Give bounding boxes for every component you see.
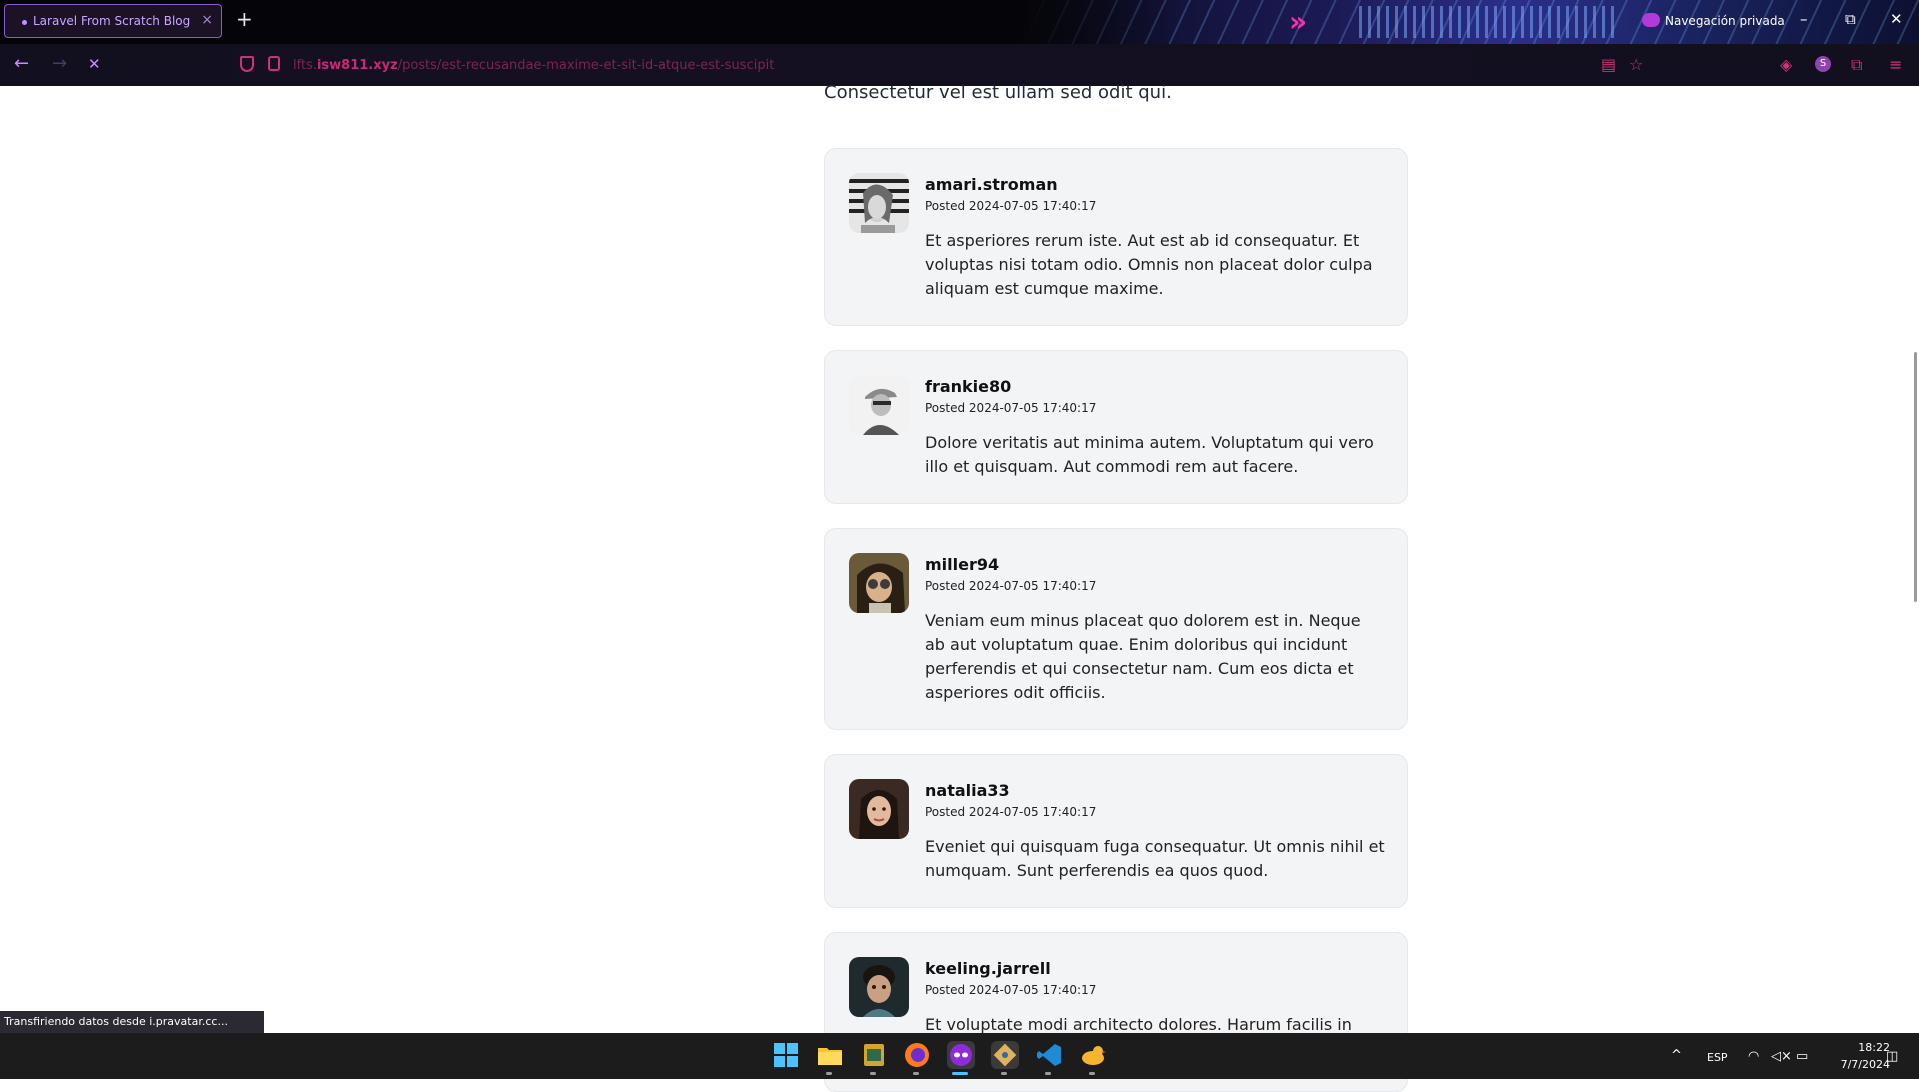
comment-username: miller94 — [925, 555, 1000, 574]
comment-card: frankie80 Posted 2024-07-05 17:40:17 Dol… — [824, 350, 1408, 504]
status-tooltip: Transfiriendo datos desde i.pravatar.cc.… — [0, 1011, 264, 1033]
window-restore-button[interactable]: ⧉ — [1845, 10, 1856, 28]
notifications-icon[interactable]: ◫ — [1886, 1049, 1898, 1064]
tab-title: Laravel From Scratch Blog — [33, 14, 191, 28]
theme-art-chevrons: » — [1289, 5, 1308, 38]
reader-view-icon[interactable]: ▤ — [1601, 56, 1616, 74]
avatar — [849, 957, 909, 1017]
url-path: /posts/est-recusandae-maxime-et-sit-id-a… — [397, 58, 775, 73]
comment-username: keeling.jarrell — [925, 959, 1051, 978]
avatar — [849, 375, 909, 435]
tab-close-button[interactable]: × — [201, 12, 213, 28]
input-language-indicator[interactable]: ESP — [1707, 1051, 1728, 1064]
window-close-button[interactable]: ✕ — [1890, 10, 1903, 28]
bookmark-star-icon[interactable]: ☆ — [1629, 56, 1643, 74]
avatar — [849, 173, 909, 233]
comment-card: natalia33 Posted 2024-07-05 17:40:17 Eve… — [824, 754, 1408, 908]
comment-card: miller94 Posted 2024-07-05 17:40:17 Veni… — [824, 528, 1408, 730]
firefox-icon[interactable] — [903, 1041, 931, 1069]
url-domain: isw811.xyz — [316, 58, 398, 73]
comment-username: amari.stroman — [925, 175, 1058, 194]
comment-timestamp: Posted 2024-07-05 17:40:17 — [925, 199, 1097, 213]
comment-card: amari.stroman Posted 2024-07-05 17:40:17… — [824, 148, 1408, 326]
browser-tab-active[interactable]: Laravel From Scratch Blog × — [4, 4, 222, 38]
taskbar-active-indicator — [952, 1072, 968, 1075]
volume-muted-icon[interactable]: ◁× — [1771, 1049, 1792, 1064]
battery-icon[interactable]: ▭ — [1796, 1049, 1808, 1064]
firefox-private-icon[interactable] — [947, 1041, 975, 1069]
extensions-icon[interactable]: ⧉ — [1851, 56, 1862, 74]
taskbar-running-indicator — [870, 1072, 876, 1075]
taskbar-running-indicator — [826, 1072, 832, 1075]
browser-tab-bar: » Laravel From Scratch Blog × + Navegaci… — [0, 0, 1919, 44]
comment-body: Veniam eum minus placeat quo dolorem est… — [925, 611, 1361, 702]
comment-timestamp: Posted 2024-07-05 17:40:17 — [925, 983, 1097, 997]
avatar — [849, 553, 909, 613]
url-prefix: lfts. — [293, 58, 317, 73]
comment-username: natalia33 — [925, 781, 1010, 800]
pocket-icon[interactable]: ◈ — [1780, 56, 1792, 74]
new-tab-button[interactable]: + — [236, 9, 253, 29]
wifi-icon[interactable]: ◠ — [1748, 1049, 1759, 1064]
stop-loading-button[interactable]: ✕ — [88, 54, 101, 74]
account-icon[interactable]: S — [1815, 56, 1831, 72]
private-browsing-icon — [1642, 13, 1660, 27]
comment-timestamp: Posted 2024-07-05 17:40:17 — [925, 805, 1097, 819]
taskbar-running-indicator — [1089, 1072, 1095, 1075]
vscode-icon[interactable] — [1035, 1041, 1063, 1069]
tab-loading-dot-icon — [22, 20, 27, 25]
taskbar-running-indicator — [1045, 1072, 1051, 1075]
window-minimize-button[interactable]: – — [1800, 10, 1808, 28]
windows-start-icon[interactable] — [772, 1041, 800, 1069]
comment-username: frankie80 — [925, 377, 1012, 396]
back-button[interactable]: ← — [14, 54, 29, 74]
notepad-icon[interactable] — [860, 1041, 888, 1069]
show-hidden-icons-chevron-icon[interactable]: ^ — [1671, 1048, 1682, 1063]
hamburger-menu-icon[interactable]: ≡ — [1889, 56, 1902, 74]
insecure-lock-icon[interactable] — [268, 56, 280, 71]
terminal-duck-icon[interactable] — [1079, 1041, 1107, 1069]
url-text[interactable]: lfts.isw811.xyz/posts/est-recusandae-max… — [293, 58, 774, 73]
clock-time[interactable]: 18:22 — [1848, 1041, 1890, 1054]
file-explorer-icon[interactable] — [816, 1041, 844, 1069]
taskbar-running-indicator — [913, 1072, 919, 1075]
forward-button[interactable]: → — [52, 54, 67, 74]
comment-body: Dolore veritatis aut minima autem. Volup… — [925, 433, 1374, 476]
private-browsing-label: Navegación privada — [1665, 14, 1785, 28]
comment-timestamp: Posted 2024-07-05 17:40:17 — [925, 579, 1097, 593]
comment-timestamp: Posted 2024-07-05 17:40:17 — [925, 401, 1097, 415]
avatar — [849, 779, 909, 839]
comment-body: Et asperiores rerum iste. Aut est ab id … — [925, 231, 1373, 298]
git-icon[interactable] — [991, 1041, 1019, 1069]
page-scrollbar[interactable] — [1914, 352, 1917, 602]
taskbar-running-indicator — [1001, 1072, 1007, 1075]
comment-body: Eveniet qui quisquam fuga consequatur. U… — [925, 837, 1385, 880]
theme-art-bars — [1359, 6, 1619, 38]
tracking-protection-shield-icon[interactable] — [240, 56, 254, 72]
clock-date[interactable]: 7/7/2024 — [1828, 1058, 1890, 1071]
post-body-text: Consectetur vel est ullam sed odit qui. — [824, 82, 1172, 103]
